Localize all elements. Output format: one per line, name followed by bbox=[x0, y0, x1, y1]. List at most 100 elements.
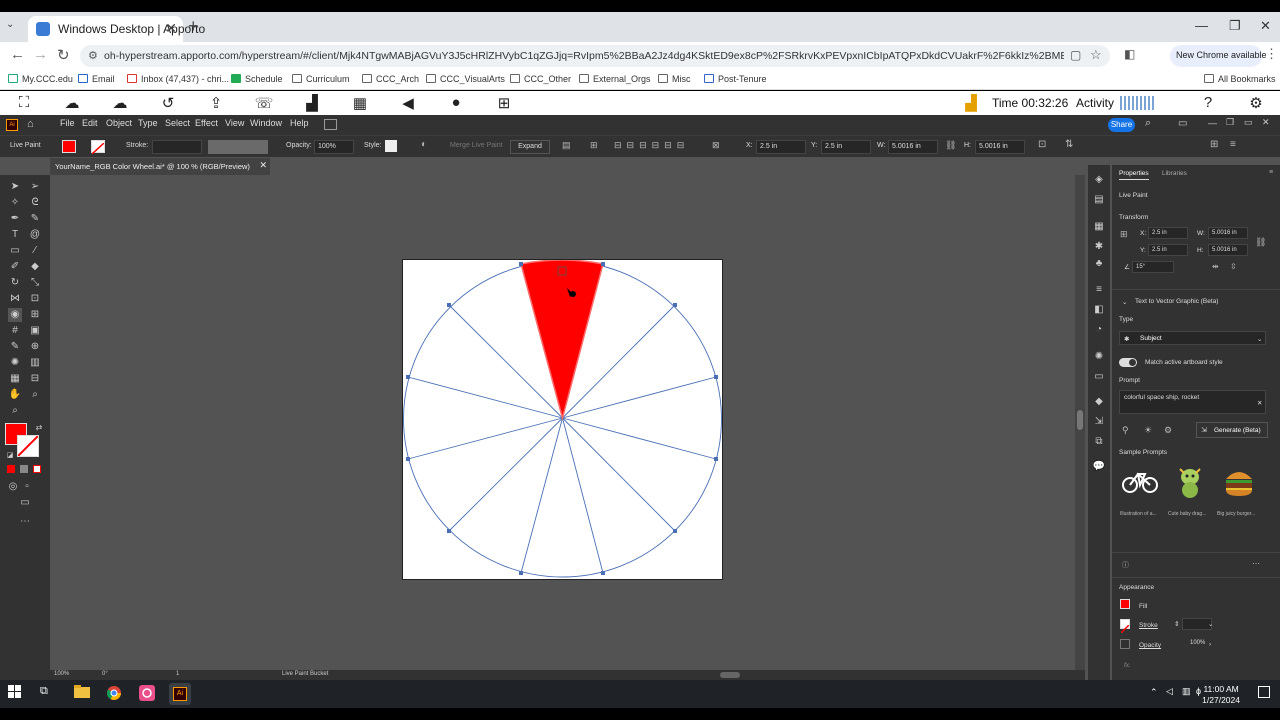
width-tool-icon[interactable]: ⋈ bbox=[8, 292, 22, 306]
all-bookmarks[interactable]: All Bookmarks bbox=[1204, 74, 1276, 84]
bookmark-external-orgs[interactable]: External_Orgs bbox=[579, 74, 651, 84]
ai-maximize-icon[interactable]: ❐ bbox=[1226, 117, 1234, 128]
effects-icon[interactable]: ☀ bbox=[1144, 425, 1152, 436]
artboard-number[interactable]: 1 bbox=[176, 671, 179, 677]
artboard[interactable] bbox=[402, 259, 723, 580]
stats-icon[interactable]: ▟ bbox=[301, 94, 323, 112]
swap-fill-stroke-icon[interactable]: ⇄ bbox=[32, 421, 46, 435]
control-h-input[interactable]: 5.0016 in bbox=[975, 140, 1025, 154]
address-bar[interactable]: ⚙ oh-hyperstream.apporto.com/hyperstream… bbox=[80, 45, 1110, 67]
paintbrush-tool-icon[interactable]: ⁄ bbox=[28, 244, 42, 258]
tab-properties[interactable]: Properties bbox=[1119, 170, 1149, 180]
tab-search-icon[interactable]: ⌄ bbox=[6, 19, 14, 30]
anchor-point[interactable] bbox=[406, 457, 410, 461]
appearance-fill-swatch[interactable] bbox=[1120, 599, 1130, 609]
ai-restore-icon[interactable]: ▭ bbox=[1244, 117, 1253, 128]
ai-close-icon[interactable]: ✕ bbox=[1262, 117, 1270, 128]
eraser-tool-icon[interactable]: ◆ bbox=[28, 260, 42, 274]
blend-tool-icon[interactable]: ⊕ bbox=[28, 340, 42, 354]
artboards-panel-icon[interactable]: ⇲ bbox=[1092, 415, 1106, 429]
color-wheel-drawing[interactable] bbox=[403, 259, 722, 579]
arrange-documents-icon[interactable] bbox=[324, 119, 337, 130]
menu-window[interactable]: Window bbox=[250, 118, 282, 128]
variable-width-profile[interactable] bbox=[208, 140, 268, 154]
workspace-switcher-icon[interactable]: ▭ bbox=[1178, 118, 1187, 129]
control-menu-icon[interactable]: ≡ bbox=[1230, 139, 1236, 150]
eyedropper-tool-icon[interactable]: ✎ bbox=[8, 340, 22, 354]
anchor-point[interactable] bbox=[601, 262, 605, 266]
bookmark-my-ccc[interactable]: My.CCC.edu bbox=[8, 74, 73, 84]
menu-type[interactable]: Type bbox=[138, 118, 158, 128]
edit-toolbar-icon[interactable]: ⋯ bbox=[18, 515, 32, 529]
red-wheel-segment[interactable] bbox=[520, 259, 604, 421]
network-tray-icon[interactable]: ▥ bbox=[1182, 686, 1191, 697]
tray-chevron-icon[interactable]: ⌃ bbox=[1150, 687, 1158, 698]
stroke-dropdown-chevron-icon[interactable]: ⌄ bbox=[1208, 620, 1213, 628]
anchor-point[interactable] bbox=[519, 571, 523, 575]
scale-tool-icon[interactable]: ⤡ bbox=[28, 276, 42, 290]
flip-vertical-icon[interactable]: ⇳ bbox=[1230, 262, 1237, 271]
align-buttons-icon[interactable]: ⊟⊟⊟⊟⊟⊟ bbox=[614, 140, 689, 151]
none-mode-icon[interactable] bbox=[33, 465, 41, 473]
display-settings-icon[interactable]: ▦ bbox=[349, 94, 371, 112]
flip-horizontal-icon[interactable]: ⇹ bbox=[1212, 262, 1219, 271]
properties-panel-icon[interactable]: ◈ bbox=[1092, 173, 1106, 187]
notification-icon[interactable] bbox=[1258, 686, 1270, 698]
anchor-point[interactable] bbox=[519, 262, 523, 266]
speaker-icon[interactable]: ◁ bbox=[1166, 686, 1173, 697]
anchor-point[interactable] bbox=[673, 529, 677, 533]
selection-tool-icon[interactable]: ➤ bbox=[8, 180, 22, 194]
direct-selection-tool-icon[interactable]: ➢ bbox=[28, 180, 42, 194]
stroke-color-swatch[interactable] bbox=[17, 435, 39, 457]
recolor-artwork-icon[interactable]: ◐ bbox=[421, 139, 427, 150]
maximize-window-icon[interactable]: ❐ bbox=[1229, 18, 1241, 34]
graphic-style-swatch[interactable] bbox=[385, 140, 397, 152]
stroke-stepper-icon[interactable]: ⇕ bbox=[1174, 620, 1179, 628]
gradient-mode-icon[interactable] bbox=[20, 465, 28, 473]
bookmark-post-tenure[interactable]: Post-Tenure bbox=[704, 74, 767, 84]
perspective-grid-tool-icon[interactable]: ⊞ bbox=[28, 308, 42, 322]
lasso-tool-icon[interactable]: ᘓ bbox=[28, 196, 42, 210]
free-transform-tool-icon[interactable]: ⊡ bbox=[28, 292, 42, 306]
hand-tool-icon[interactable]: ✋ bbox=[8, 388, 22, 402]
shaper-tool-icon[interactable]: ✐ bbox=[8, 260, 22, 274]
bookmark-ccc-arch[interactable]: CCC_Arch bbox=[362, 74, 419, 84]
close-window-icon[interactable]: ✕ bbox=[1260, 18, 1271, 34]
appearance-opacity-label[interactable]: Opacity bbox=[1139, 642, 1161, 649]
chrome-menu-icon[interactable]: ⋮ bbox=[1265, 46, 1278, 62]
layers-panel-icon[interactable]: ◆ bbox=[1092, 395, 1106, 409]
stroke-panel-icon[interactable]: ✺ bbox=[1092, 350, 1106, 364]
asset-export-panel-icon[interactable]: ⧉ bbox=[1092, 435, 1106, 449]
spiral-tool-icon[interactable]: @ bbox=[28, 228, 42, 242]
control-x-input[interactable]: 2.5 in bbox=[756, 140, 806, 154]
column-graph-tool-icon[interactable]: ▥ bbox=[28, 356, 42, 370]
settings-gear-icon[interactable]: ⚙ bbox=[1245, 94, 1267, 112]
ime-icon[interactable]: ɸ bbox=[1196, 686, 1201, 696]
clear-prompt-icon[interactable]: ✕ bbox=[1257, 399, 1262, 407]
color-mode-icon[interactable] bbox=[7, 465, 15, 473]
page-action-icon[interactable]: ▢ bbox=[1070, 48, 1081, 62]
mesh-tool-icon[interactable]: # bbox=[8, 324, 22, 338]
network-icon[interactable]: ⊞ bbox=[493, 94, 515, 112]
anchor-point[interactable] bbox=[714, 457, 718, 461]
sample-bicycle[interactable] bbox=[1121, 465, 1159, 499]
match-style-toggle[interactable] bbox=[1119, 358, 1137, 367]
gradient-tool-icon[interactable]: ▣ bbox=[28, 324, 42, 338]
illustrator-taskbar-button[interactable]: Ai bbox=[169, 683, 191, 705]
appearance-panel-icon[interactable]: ◔ bbox=[1092, 323, 1106, 337]
horizontal-scroll-thumb[interactable] bbox=[720, 672, 740, 678]
chrome-icon[interactable] bbox=[106, 685, 124, 703]
control-fill-swatch[interactable] bbox=[62, 140, 76, 153]
zoom-level[interactable]: 100% bbox=[54, 671, 69, 677]
default-colors-icon[interactable]: ◪ bbox=[3, 449, 17, 463]
task-view-icon[interactable]: ⧉ bbox=[40, 685, 58, 703]
back-arrow-icon[interactable]: ← bbox=[10, 46, 25, 63]
expand-button[interactable]: Expand bbox=[510, 140, 550, 154]
taskbar-clock[interactable]: 11:00 AM 1/27/2024 bbox=[1202, 684, 1240, 706]
bookmark-ccc-visualarts[interactable]: CCC_VisualArts bbox=[426, 74, 505, 84]
bookmark-schedule[interactable]: Schedule bbox=[231, 74, 283, 84]
fullscreen-icon[interactable]: ⛶ bbox=[13, 94, 35, 112]
opacity-chevron-icon[interactable]: › bbox=[1209, 641, 1211, 648]
windows-start-icon[interactable] bbox=[8, 685, 26, 703]
vertical-scrollbar[interactable] bbox=[1075, 175, 1085, 670]
